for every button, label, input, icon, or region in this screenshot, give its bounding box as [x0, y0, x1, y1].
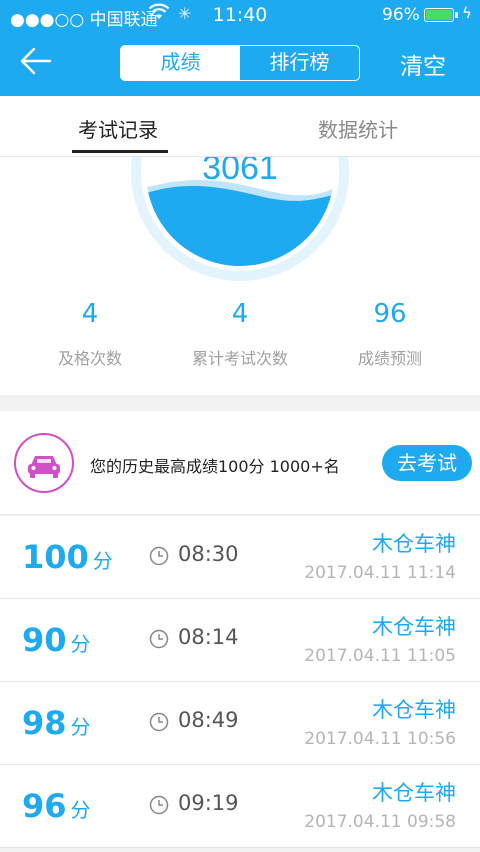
record-date: 2017.04.11 11:14 [304, 563, 456, 583]
record-duration: 08:14 [178, 625, 239, 649]
back-arrow-icon[interactable] [18, 44, 54, 78]
record-row[interactable]: 98 分 08:49 木仓车神 2017.04.11 10:56 [0, 682, 480, 765]
tab-bar: 考试记录 数据统计 [0, 96, 480, 157]
tab-indicator [72, 150, 168, 153]
record-row[interactable]: 96 分 09:19 木仓车神 2017.04.11 09:58 [0, 765, 480, 848]
clock-icon [149, 712, 169, 732]
best-score-text: 您的历史最高成绩100分 1000+名 [90, 457, 340, 476]
segmented-control: 成绩 排行榜 [120, 45, 360, 81]
stat-label: 成绩预测 [357, 349, 422, 368]
record-duration: 09:19 [178, 791, 239, 815]
clear-button[interactable]: 清空 [400, 47, 446, 81]
top-bar: ●●●○○ 中国联通 ✳ 11:40 96% ϟ 成绩 排行榜 清空 [0, 0, 480, 96]
battery-tip [455, 12, 458, 18]
record-score: 98 分 [22, 704, 91, 742]
charging-icon: ϟ [462, 4, 472, 22]
take-exam-button[interactable]: 去考试 [382, 445, 472, 481]
record-score: 100 分 [22, 538, 113, 576]
clock-icon [149, 629, 169, 649]
record-date: 2017.04.11 09:58 [304, 812, 456, 832]
tab-exam-records[interactable]: 考试记录 [78, 114, 158, 143]
stat-value: 96 [373, 299, 407, 329]
battery-percent: 96% [382, 5, 420, 25]
record-title: 木仓车神 [372, 532, 456, 556]
segment-scores[interactable]: 成绩 [121, 46, 240, 80]
record-duration: 08:30 [178, 542, 239, 566]
battery-icon [424, 8, 454, 22]
record-date: 2017.04.11 10:56 [304, 729, 456, 749]
record-title: 木仓车神 [372, 781, 456, 805]
record-duration: 08:49 [178, 708, 239, 732]
segment-ranking[interactable]: 排行榜 [240, 46, 359, 80]
stat-label: 累计考试次数 [191, 349, 288, 368]
record-date: 2017.04.11 11:05 [304, 646, 456, 666]
score-gauge: 3061 [131, 157, 349, 281]
stat-value: 4 [231, 299, 249, 329]
tab-data-statistics[interactable]: 数据统计 [318, 114, 398, 143]
record-list: 100 分 08:30 木仓车神 2017.04.11 11:14 90 分 08:… [0, 516, 480, 848]
record-score: 96 分 [22, 787, 91, 825]
status-bar: ●●●○○ 中国联通 ✳ 11:40 96% ϟ [0, 0, 480, 32]
gauge-value: 3061 [202, 157, 278, 187]
stat-value: 4 [81, 299, 99, 329]
stat-label: 及格次数 [57, 349, 122, 368]
best-score-card: 您的历史最高成绩100分 1000+名 去考试 [0, 411, 480, 515]
record-row[interactable]: 100 分 08:30 木仓车神 2017.04.11 11:14 [0, 516, 480, 599]
record-score: 90 分 [22, 621, 91, 659]
record-title: 木仓车神 [372, 615, 456, 639]
clock-icon [149, 546, 169, 566]
clock-icon [149, 795, 169, 815]
car-icon [14, 433, 74, 493]
record-row[interactable]: 90 分 08:14 木仓车神 2017.04.11 11:05 [0, 599, 480, 682]
stats-panel: 3061 4 及格次数 4 累计考试次数 96 成绩预测 [0, 157, 480, 395]
record-title: 木仓车神 [372, 698, 456, 722]
